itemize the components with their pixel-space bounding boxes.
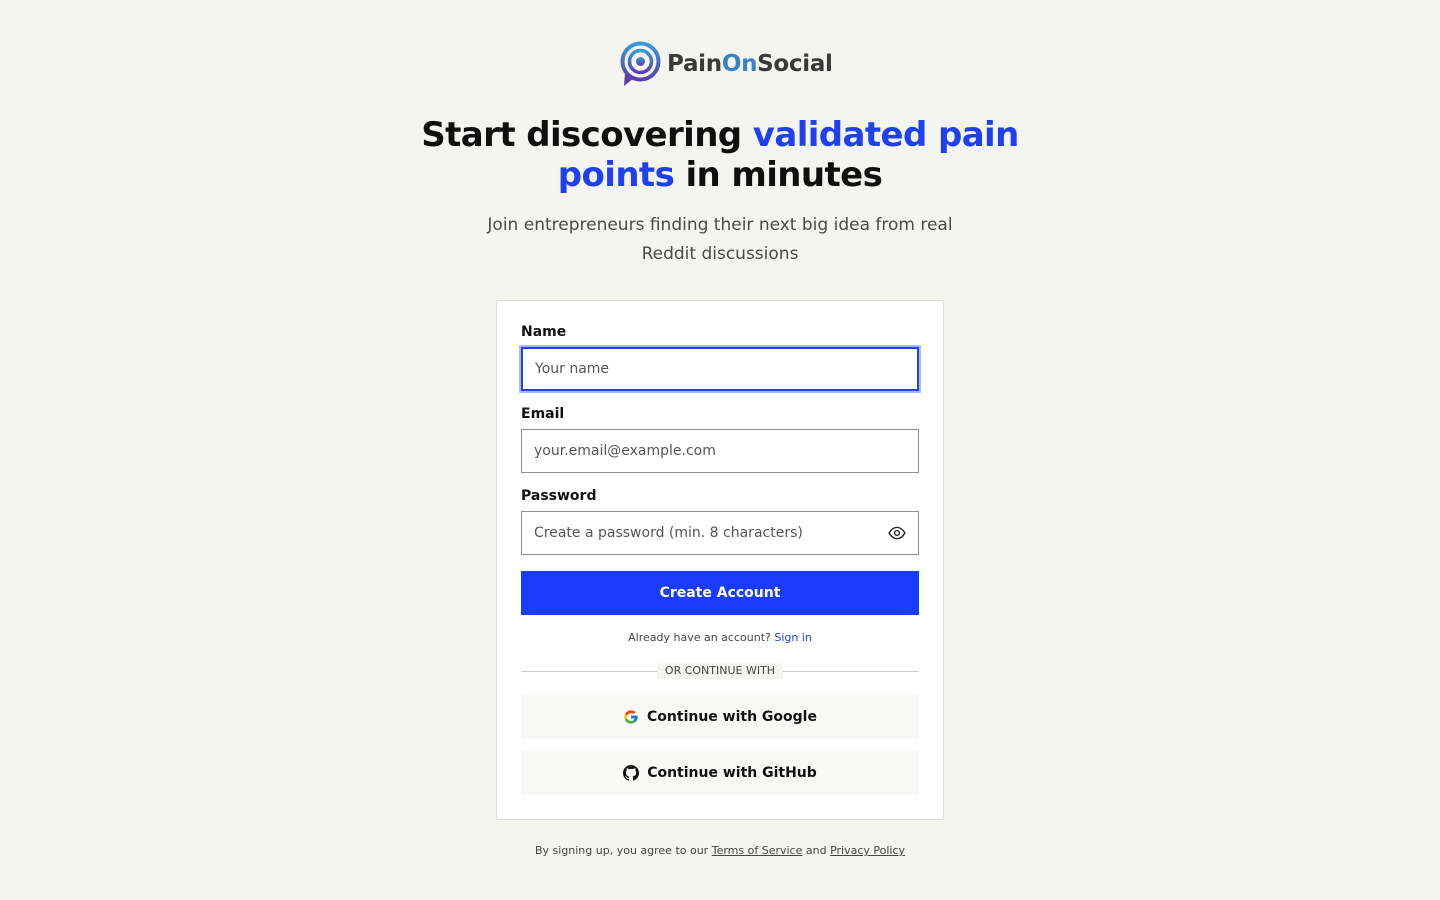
email-input[interactable] bbox=[534, 443, 906, 459]
page-headline: Start discovering validated pain points … bbox=[421, 115, 1019, 195]
signin-prompt: Already have an account? Sign in bbox=[521, 631, 919, 644]
github-signin-button[interactable]: Continue with GitHub bbox=[521, 751, 919, 795]
google-button-label: Continue with Google bbox=[647, 709, 817, 725]
github-icon bbox=[623, 765, 640, 781]
privacy-link[interactable]: Privacy Policy bbox=[830, 844, 905, 857]
brand-name: PainOnSocial bbox=[667, 51, 833, 77]
signup-form: Name Email Password Create Account Alrea… bbox=[496, 300, 944, 820]
signin-link[interactable]: Sign in bbox=[774, 631, 812, 644]
legal-prefix: By signing up, you agree to our bbox=[534, 844, 709, 857]
show-password-eye-icon[interactable] bbox=[888, 524, 906, 542]
password-field[interactable] bbox=[521, 511, 919, 555]
legal-footer: By signing up, you agree to our Terms of… bbox=[420, 844, 1020, 857]
divider-label: OR CONTINUE WITH bbox=[657, 663, 783, 679]
target-chat-bubble-icon bbox=[620, 41, 661, 86]
name-input[interactable] bbox=[535, 361, 905, 377]
email-label: Email bbox=[521, 406, 565, 422]
signin-prompt-text: Already have an account? bbox=[628, 631, 771, 644]
password-input[interactable] bbox=[534, 525, 888, 541]
page-subheadline: Join entrepreneurs finding their next bi… bbox=[487, 215, 953, 264]
brand-logo[interactable]: PainOnSocial bbox=[620, 41, 833, 87]
legal-and: and bbox=[805, 844, 827, 857]
email-field[interactable] bbox=[521, 429, 919, 473]
terms-link[interactable]: Terms of Service bbox=[712, 844, 803, 857]
name-field[interactable] bbox=[521, 347, 919, 391]
google-signin-button[interactable]: Continue with Google bbox=[521, 695, 919, 739]
google-icon bbox=[624, 710, 638, 724]
github-button-label: Continue with GitHub bbox=[647, 765, 817, 781]
password-label: Password bbox=[521, 488, 597, 504]
name-label: Name bbox=[521, 324, 567, 340]
create-account-button[interactable]: Create Account bbox=[521, 571, 919, 615]
